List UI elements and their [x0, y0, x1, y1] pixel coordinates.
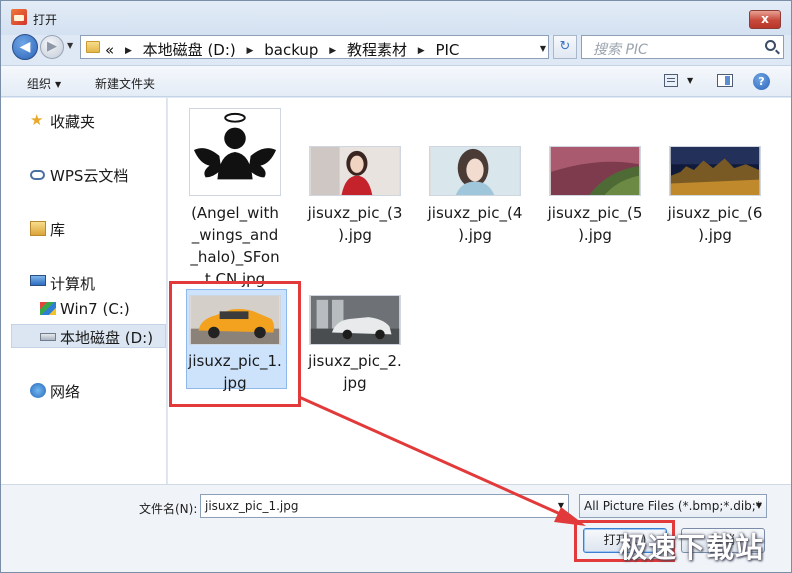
cloud-icon: [30, 170, 45, 180]
address-dropdown[interactable]: ▼: [540, 44, 546, 53]
annotation-highlight-file: [169, 281, 301, 407]
file-name: jisuxz_pic_(6 ).jpg: [667, 204, 763, 244]
breadcrumb-item[interactable]: 教程素材: [347, 39, 407, 60]
drive-icon: [40, 333, 56, 341]
file-name-field[interactable]: jisuxz_pic_1.jpg ▼: [200, 494, 569, 518]
app-icon: [11, 9, 27, 25]
chevron-down-icon: ▼: [755, 501, 762, 510]
chevron-right-icon[interactable]: ▶: [247, 46, 254, 56]
sidebar-item-local-disk-d[interactable]: 本地磁盘 (D:): [40, 327, 154, 348]
landscape-thumbnail: [549, 146, 641, 196]
view-options-dropdown[interactable]: ▼: [687, 76, 693, 85]
open-file-dialog: 打开 x ◀ ▶ ▼ « ▶ 本地磁盘 (D:) ▶ backup ▶ 教程素材…: [0, 0, 792, 573]
forward-button[interactable]: ▶: [40, 35, 64, 59]
chevron-right-icon: ▶: [124, 46, 132, 56]
sidebar-item-network[interactable]: 网络: [30, 381, 81, 402]
watermark-text: 极速下载站: [619, 531, 765, 564]
sidebar-item-wps-cloud[interactable]: WPS云文档: [30, 165, 129, 186]
sidebar-item-label: Win7 (C:): [60, 300, 130, 318]
help-icon[interactable]: ?: [753, 73, 770, 90]
sidebar-item-label: 网络: [50, 383, 81, 401]
star-icon: ★: [30, 111, 44, 129]
breadcrumb-overflow[interactable]: «: [105, 41, 114, 59]
file-name: jisuxz_pic_2. jpg: [308, 352, 402, 392]
windows-drive-icon: [40, 302, 56, 315]
file-name-value: jisuxz_pic_1.jpg: [205, 499, 299, 513]
folder-icon: [86, 41, 100, 53]
close-button[interactable]: x: [749, 10, 781, 29]
preview-pane-icon[interactable]: [717, 74, 733, 87]
chevron-right-icon[interactable]: ▶: [329, 46, 336, 56]
search-icon[interactable]: [765, 40, 776, 51]
chevron-down-icon[interactable]: ▼: [558, 501, 564, 510]
white-car-thumbnail: [309, 295, 401, 345]
file-item[interactable]: jisuxz_pic_2. jpg: [296, 291, 414, 392]
file-type-value: All Picture Files (*.bmp;*.dib;*: [584, 499, 762, 513]
refresh-button[interactable]: ↻: [553, 35, 577, 59]
breadcrumb: « ▶ 本地磁盘 (D:) ▶ backup ▶ 教程素材 ▶ PIC: [105, 39, 459, 60]
search-input[interactable]: 搜索 PIC: [593, 39, 648, 59]
chevron-right-icon[interactable]: ▶: [418, 46, 425, 56]
file-name: (Angel_with _wings_and _halo)_SFon t.CN.…: [176, 202, 294, 290]
portrait-thumbnail: [309, 146, 401, 196]
new-folder-button[interactable]: 新建文件夹: [95, 75, 155, 92]
file-item[interactable]: jisuxz_pic_(5 ).jpg: [536, 108, 654, 258]
sidebar-item-computer[interactable]: 计算机: [30, 273, 96, 294]
portrait-thumbnail: [429, 146, 521, 196]
file-list: (Angel_with _wings_and _halo)_SFon t.CN.…: [168, 98, 791, 484]
breadcrumb-item[interactable]: PIC: [435, 41, 459, 59]
file-item[interactable]: jisuxz_pic_(4 ).jpg: [416, 108, 534, 258]
navigation-pane: ★ 收藏夹 WPS云文档 库 计算机 Win7 (C:) 本地磁盘 (D:) 网…: [1, 98, 167, 484]
file-item[interactable]: jisuxz_pic_(3 ).jpg: [296, 108, 414, 258]
network-icon: [30, 383, 46, 398]
address-row: ◀ ▶ ▼ « ▶ 本地磁盘 (D:) ▶ backup ▶ 教程素材 ▶ PI…: [1, 31, 791, 63]
breadcrumb-item[interactable]: backup: [264, 41, 318, 59]
command-bar: 组织 ▼ 新建文件夹 ▼ ?: [1, 65, 791, 97]
file-name: jisuxz_pic_(4 ).jpg: [427, 204, 523, 244]
chevron-down-icon: ▼: [55, 80, 62, 89]
organize-label: 组织: [27, 77, 52, 91]
file-name: jisuxz_pic_(5 ).jpg: [547, 204, 643, 244]
search-box[interactable]: 搜索 PIC: [581, 35, 784, 59]
file-item[interactable]: jisuxz_pic_(6 ).jpg: [656, 108, 774, 258]
night-city-thumbnail: [669, 146, 761, 196]
change-view-icon[interactable]: [664, 74, 678, 87]
file-name-text: (Angel_with _wings_and _halo)_SFon t.CN.…: [190, 204, 280, 288]
sidebar-item-label: WPS云文档: [50, 167, 129, 185]
computer-icon: [30, 275, 46, 286]
back-button[interactable]: ◀: [12, 34, 38, 60]
recent-locations-dropdown[interactable]: ▼: [67, 41, 73, 50]
library-icon: [30, 221, 46, 236]
angel-thumbnail: [189, 108, 281, 196]
file-name: jisuxz_pic_(3 ).jpg: [307, 204, 403, 244]
sidebar-item-label: 本地磁盘 (D:): [60, 329, 154, 347]
window-title: 打开: [33, 13, 58, 27]
file-item[interactable]: (Angel_with _wings_and _halo)_SFon t.CN.…: [176, 108, 294, 288]
file-name-label: 文件名(N):: [139, 502, 198, 516]
sidebar-item-win7-drive[interactable]: Win7 (C:): [40, 300, 130, 318]
breadcrumb-item[interactable]: 本地磁盘 (D:): [143, 39, 236, 60]
sidebar-item-favorites[interactable]: ★ 收藏夹: [30, 111, 96, 132]
sidebar-item-libraries[interactable]: 库: [30, 219, 66, 240]
sidebar-item-label: 库: [50, 221, 66, 239]
address-bar[interactable]: « ▶ 本地磁盘 (D:) ▶ backup ▶ 教程素材 ▶ PIC ▼: [80, 35, 549, 59]
sidebar-item-label: 计算机: [50, 275, 96, 293]
title-bar[interactable]: 打开 x: [1, 1, 791, 35]
organize-button[interactable]: 组织 ▼: [27, 75, 61, 92]
file-type-select[interactable]: All Picture Files (*.bmp;*.dib;* ▼: [579, 494, 767, 518]
sidebar-item-label: 收藏夹: [50, 113, 96, 131]
